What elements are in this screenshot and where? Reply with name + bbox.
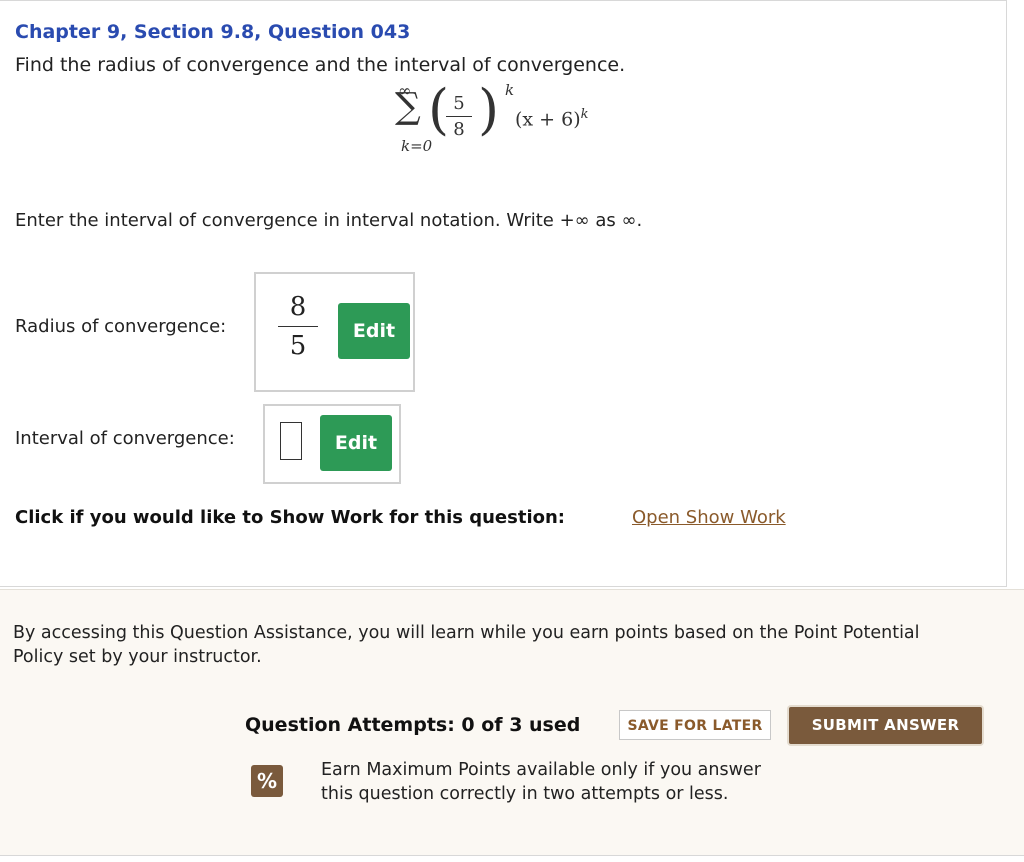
interval-label: Interval of convergence: [15,428,235,449]
question-attempts: Question Attempts: 0 of 3 used [245,714,581,736]
question-card: Chapter 9, Section 9.8, Question 043 Fin… [0,0,1007,587]
show-work-label: Click if you would like to Show Work for… [15,507,565,528]
series-term: (x + 6)k [515,107,589,130]
right-paren: ) [478,78,500,141]
radius-denominator: 5 [289,331,307,361]
fraction-denominator: 8 [453,119,465,140]
save-for-later-button[interactable]: SAVE FOR LATER [619,710,771,740]
outer-exponent: k [505,81,515,99]
fraction-numerator: 5 [453,93,465,114]
term-base: (x + 6) [515,108,581,131]
earn-max-points-text: Earn Maximum Points available only if yo… [321,760,761,804]
sigma-symbol: ∑ [395,86,421,127]
interval-answer-placeholder[interactable] [280,422,302,460]
radius-label: Radius of convergence: [15,316,227,337]
instructions: Enter the interval of convergence in int… [15,210,643,231]
interval-edit-button[interactable]: Edit [320,415,392,471]
submit-answer-button[interactable]: SUBMIT ANSWER [789,707,982,744]
series-fraction: 5 8 [446,93,472,140]
radius-answer-value: 8 5 [278,292,318,361]
interval-answer-box: Edit [263,404,401,484]
radius-numerator: 8 [289,292,307,322]
open-show-work-link[interactable]: Open Show Work [632,507,786,528]
radius-answer-box: 8 5 Edit [254,272,415,392]
radius-edit-button[interactable]: Edit [338,303,410,359]
fraction-bar [446,116,472,117]
radius-fraction-bar [278,326,318,327]
question-assistance-panel: By accessing this Question Assistance, y… [0,589,1024,856]
percent-icon: % [251,765,283,797]
chapter-title: Chapter 9, Section 9.8, Question 043 [15,21,411,43]
series-formula: ∞ ∑ k=0 ( 5 8 ) k (x + 6)k [390,79,620,161]
question-prompt: Find the radius of convergence and the i… [15,54,626,76]
assistance-text: By accessing this Question Assistance, y… [13,623,920,667]
term-exponent: k [580,107,589,122]
